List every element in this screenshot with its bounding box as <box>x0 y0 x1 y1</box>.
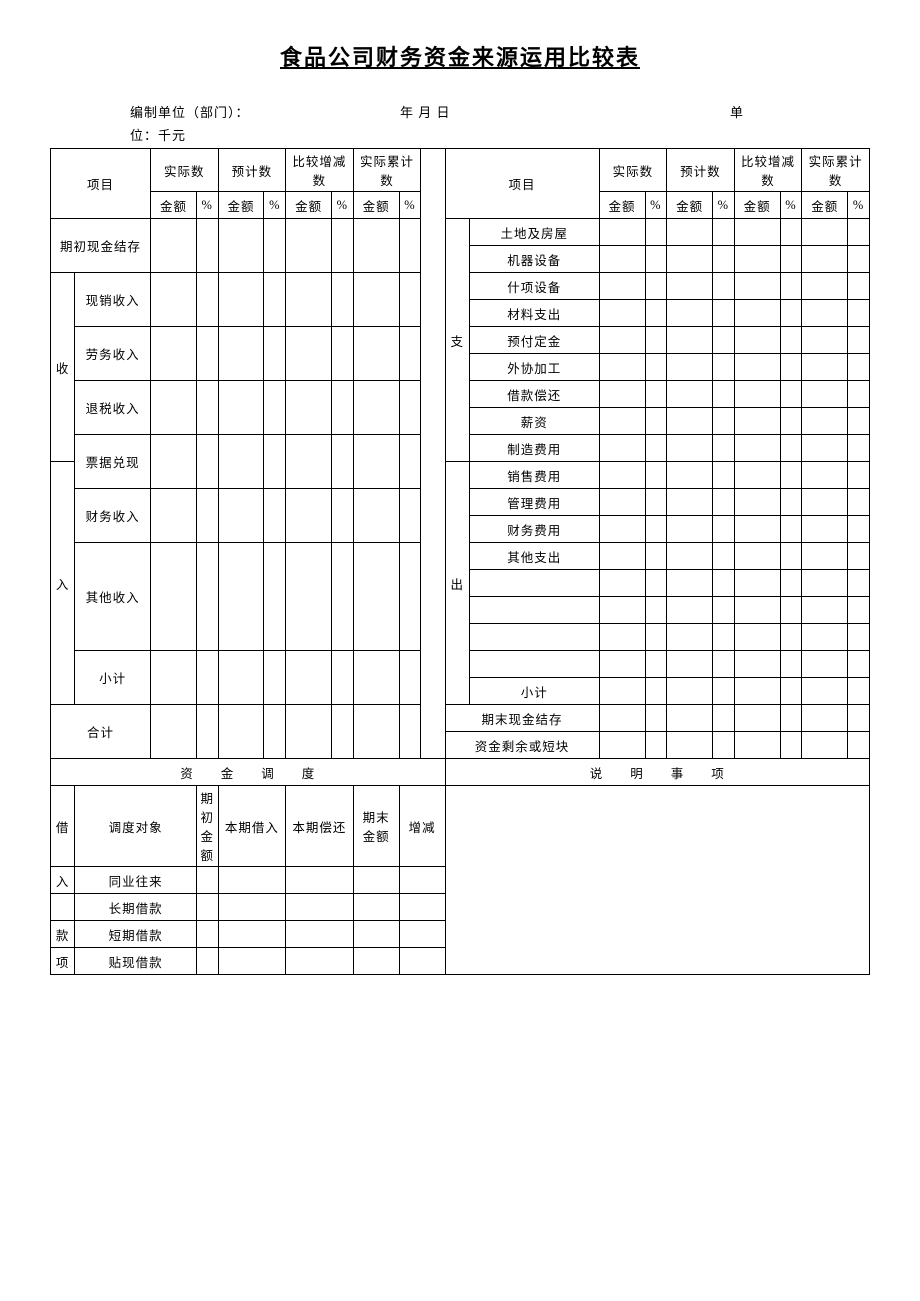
right-blank <box>469 597 599 624</box>
lower-fund-header: 资 金 调 度 <box>51 759 446 786</box>
lower-h-opening: 期初金额 <box>196 786 218 867</box>
left-row: 现销收入 <box>75 273 151 327</box>
hdr-pct: % <box>848 192 870 219</box>
meta-row: 编制单位（部门）： 年 月 日 单 <box>130 102 870 121</box>
right-row: 外协加工 <box>469 354 599 381</box>
right-row: 薪资 <box>469 408 599 435</box>
left-row: 退税收入 <box>75 381 151 435</box>
left-group-top: 收 <box>51 273 75 462</box>
right-row: 销售费用 <box>469 462 599 489</box>
right-row: 其他支出 <box>469 543 599 570</box>
right-blank <box>469 624 599 651</box>
right-row: 机器设备 <box>469 246 599 273</box>
right-blank <box>469 651 599 678</box>
hdr-item-left: 项目 <box>51 149 151 219</box>
hdr-pct: % <box>196 192 218 219</box>
hdr-pct: % <box>780 192 802 219</box>
left-subtotal: 小计 <box>75 651 151 705</box>
left-row: 其他收入 <box>75 543 151 651</box>
lower-g1: 借 <box>51 786 75 867</box>
lower-h-change: 增减 <box>399 786 445 867</box>
hdr-amt: 金额 <box>599 192 645 219</box>
hdr-amt: 金额 <box>734 192 780 219</box>
hdr-plan-r: 预计数 <box>667 149 735 192</box>
hdr-diff-l: 比较增减数 <box>286 149 354 192</box>
lower-row: 短期借款 <box>75 921 197 948</box>
right-row: 财务费用 <box>469 516 599 543</box>
hdr-cum-l: 实际累计数 <box>353 149 421 192</box>
lower-row: 贴现借款 <box>75 948 197 975</box>
hdr-pct: % <box>713 192 735 219</box>
lower-notes-header: 说 明 事 项 <box>445 759 869 786</box>
lower-g4: 项 <box>51 948 75 975</box>
right-row: 土地及房屋 <box>469 219 599 246</box>
unit-suffix: 位：千元 <box>130 125 870 144</box>
right-group-bottom: 出 <box>445 462 469 705</box>
left-opening: 期初现金结存 <box>51 219 151 273</box>
right-row: 借款偿还 <box>469 381 599 408</box>
hdr-amt: 金额 <box>353 192 399 219</box>
org-label: 编制单位（部门）： <box>130 102 400 121</box>
right-blank <box>469 570 599 597</box>
right-subtotal: 小计 <box>469 678 599 705</box>
hdr-item-right: 项目 <box>445 149 599 219</box>
lower-g2: 入 <box>51 867 75 894</box>
right-row: 材料支出 <box>469 300 599 327</box>
lower-h-target: 调度对象 <box>75 786 197 867</box>
right-row: 预付定金 <box>469 327 599 354</box>
hdr-amt: 金额 <box>218 192 264 219</box>
hdr-cum-r: 实际累计数 <box>802 149 870 192</box>
page-title: 食品公司财务资金来源运用比较表 <box>50 40 870 72</box>
right-group-top: 支 <box>445 219 469 462</box>
right-row: 制造费用 <box>469 435 599 462</box>
hdr-plan-l: 预计数 <box>218 149 286 192</box>
lower-h-repay: 本期偿还 <box>286 786 354 867</box>
left-group-bottom: 入 <box>51 462 75 705</box>
lower-row: 长期借款 <box>75 894 197 921</box>
hdr-actual-l: 实际数 <box>150 149 218 192</box>
lower-row: 同业往来 <box>75 867 197 894</box>
left-row: 劳务收入 <box>75 327 151 381</box>
hdr-pct: % <box>264 192 286 219</box>
right-row: 什项设备 <box>469 273 599 300</box>
left-row: 财务收入 <box>75 489 151 543</box>
lower-h-borrow: 本期借入 <box>218 786 286 867</box>
notes-area <box>445 786 869 975</box>
hdr-diff-r: 比较增减数 <box>734 149 802 192</box>
center-divider <box>421 149 445 759</box>
hdr-amt: 金额 <box>286 192 332 219</box>
lower-g3: 款 <box>51 921 75 948</box>
hdr-pct: % <box>645 192 667 219</box>
date-label: 年 月 日 <box>400 102 730 121</box>
left-total: 合计 <box>51 705 151 759</box>
unit-prefix: 单 <box>730 102 744 121</box>
hdr-amt: 金额 <box>150 192 196 219</box>
hdr-pct: % <box>399 192 421 219</box>
lower-h-closing: 期末金额 <box>353 786 399 867</box>
left-row: 票据兑现 <box>75 435 151 489</box>
lower-blank-v <box>51 894 75 921</box>
right-closing: 期末现金结存 <box>445 705 599 732</box>
hdr-actual-r: 实际数 <box>599 149 667 192</box>
right-row: 管理费用 <box>469 489 599 516</box>
hdr-pct: % <box>332 192 354 219</box>
hdr-amt: 金额 <box>802 192 848 219</box>
right-shortfall: 资金剩余或短块 <box>445 732 599 759</box>
main-table: 项目 实际数 预计数 比较增减数 实际累计数 项目 实际数 预计数 比较增减数 … <box>50 148 870 975</box>
hdr-amt: 金额 <box>667 192 713 219</box>
